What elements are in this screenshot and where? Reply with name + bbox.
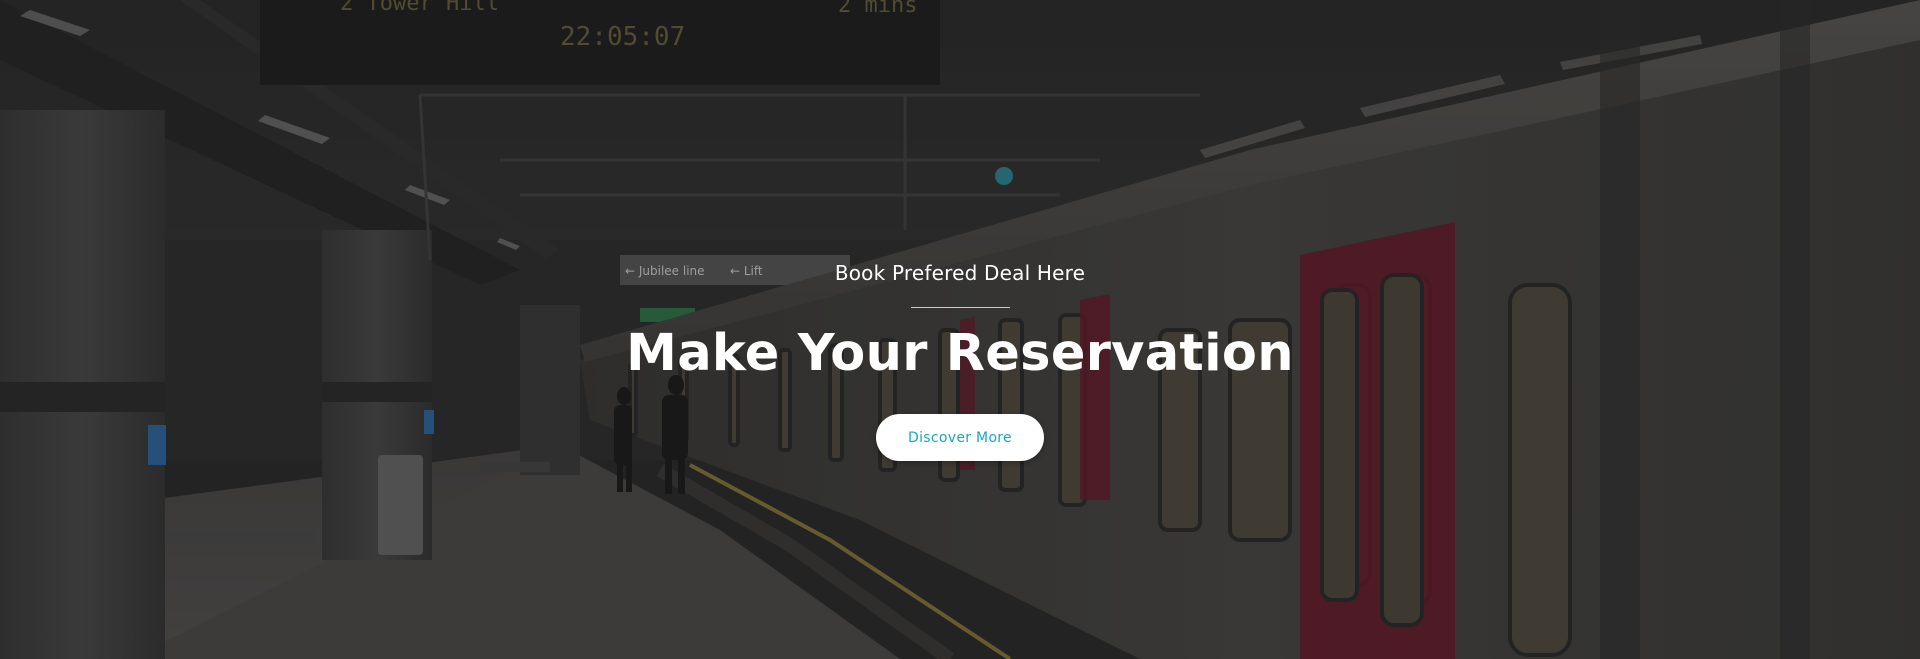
hero-content: Book Prefered Deal Here Make Your Reserv… <box>0 0 1920 659</box>
hero-section: 2 Tower Hill 2 mins 22:05:07 ← Jubilee l… <box>0 0 1920 659</box>
hero-title: Make Your Reservation <box>626 324 1294 383</box>
hero-subtitle: Book Prefered Deal Here <box>834 261 1086 285</box>
hero-divider <box>911 307 1010 308</box>
discover-more-button[interactable]: Discover More <box>876 414 1044 461</box>
